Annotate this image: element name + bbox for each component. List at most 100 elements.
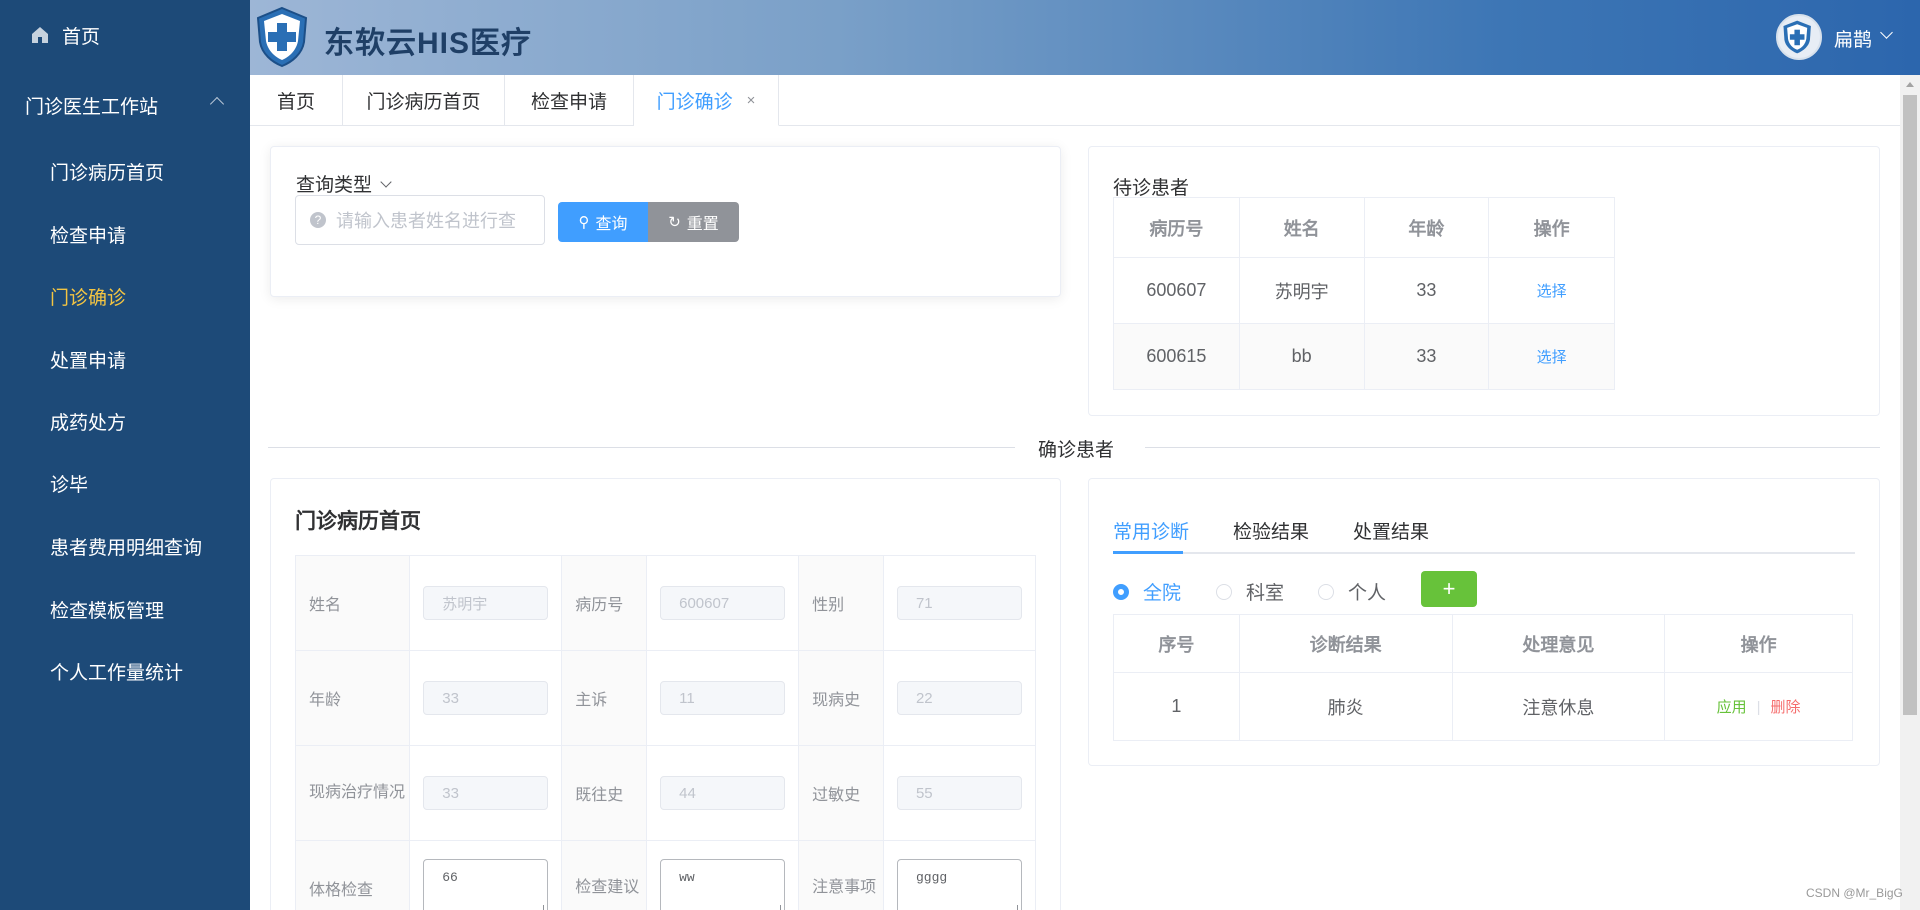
cell-actions: 应用 | 删除: [1664, 672, 1853, 741]
cell-no: 1: [1113, 672, 1240, 741]
column-header: 操作: [1664, 614, 1853, 673]
textarea-value: 66: [442, 870, 458, 885]
complaint-field[interactable]: 11: [660, 681, 786, 715]
sidebar-item-label: 个人工作量统计: [50, 662, 184, 684]
chevron-down-icon: [380, 175, 392, 188]
tab-record-home[interactable]: 门诊病历首页: [343, 75, 505, 126]
tab-lab-results[interactable]: 检验结果: [1233, 517, 1309, 544]
watermark: CSDN @Mr_BigG: [1806, 886, 1903, 900]
notes-textarea[interactable]: gggg: [896, 859, 1022, 910]
add-diagnosis-button[interactable]: +: [1421, 571, 1477, 607]
field-cell: ww: [646, 840, 800, 910]
age-field[interactable]: 33: [423, 681, 549, 715]
physical-exam-textarea[interactable]: 66: [423, 859, 549, 910]
field-cell: 33: [409, 650, 563, 746]
name-field[interactable]: 苏明宇: [423, 586, 549, 620]
cell-result: 肺炎: [1238, 672, 1453, 741]
sidebar-item-label: 检查申请: [50, 225, 127, 247]
sidebar-item-label: 诊毕: [50, 474, 89, 496]
query-button[interactable]: ⚲ 查询: [558, 202, 648, 242]
query-type-label: 查询类型: [296, 175, 373, 196]
sidebar-item-record-home[interactable]: 门诊病历首页: [0, 143, 250, 199]
sidebar-item-exam-request[interactable]: 检查申请: [0, 206, 250, 262]
textarea-value: gggg: [915, 870, 948, 885]
divider-line: [1145, 447, 1880, 448]
sidebar-item-label: 患者费用明细查询: [50, 537, 203, 559]
form-row: 姓名 苏明宇 病历号 600607 性别 71: [294, 555, 1037, 651]
tab-underline: [1113, 552, 1855, 554]
sidebar-item-confirm-diagnosis[interactable]: 门诊确诊: [0, 268, 250, 324]
field-cell: 44: [646, 745, 800, 841]
sidebar-item-prescription[interactable]: 成药处方: [0, 393, 250, 449]
field-label: 检查建议: [561, 840, 648, 910]
form-row: 现病治疗情况 33 既往史 44 过敏史 55: [294, 745, 1037, 841]
search-input[interactable]: ? 请输入患者姓名进行查: [295, 195, 545, 245]
resize-handle-icon[interactable]: [1010, 905, 1018, 910]
tab-home[interactable]: 首页: [250, 75, 343, 126]
radio-unchecked-icon: [1318, 583, 1334, 600]
apply-link[interactable]: 应用: [1717, 699, 1747, 716]
column-header: 诊断结果: [1238, 614, 1453, 673]
tab-common-diagnosis[interactable]: 常用诊断: [1113, 517, 1189, 544]
treatment-field[interactable]: 33: [423, 776, 549, 810]
field-cell: 苏明宇: [409, 555, 563, 651]
gender-field[interactable]: 71: [896, 586, 1022, 620]
scrollbar-thumb[interactable]: [1903, 95, 1917, 715]
form-row: 年龄 33 主诉 11 现病史 22: [294, 650, 1037, 746]
radio-unchecked-icon: [1216, 583, 1232, 600]
user-name[interactable]: 扁鹊: [1834, 25, 1872, 52]
sidebar-item-workload[interactable]: 个人工作量统计: [0, 643, 250, 699]
resize-handle-icon[interactable]: [773, 905, 782, 910]
sidebar-item-template-manage[interactable]: 检查模板管理: [0, 581, 250, 637]
scroll-up-arrow-icon[interactable]: [1906, 82, 1914, 87]
delete-link[interactable]: 删除: [1771, 699, 1801, 716]
column-header: 操作: [1488, 197, 1615, 258]
radio-label: 个人: [1348, 583, 1387, 604]
exam-advice-textarea[interactable]: ww: [660, 859, 786, 910]
field-label: 现病治疗情况: [294, 745, 411, 841]
radio-department[interactable]: 科室: [1216, 578, 1284, 605]
sidebar-group-outpatient[interactable]: 门诊医生工作站: [0, 75, 250, 135]
record-no-field[interactable]: 600607: [660, 586, 786, 620]
diagnosis-table: 序号 诊断结果 处理意见 操作 1 肺炎 注意休息 应用 | 删除: [1113, 614, 1853, 741]
tab-exam-request[interactable]: 检查申请: [505, 75, 634, 126]
field-cell: 71: [882, 555, 1037, 651]
tab-disposal-results[interactable]: 处置结果: [1353, 517, 1429, 544]
cell-name: 苏明宇: [1238, 257, 1365, 324]
field-cell: 33: [409, 745, 563, 841]
sidebar-item-label: 门诊病历首页: [50, 162, 165, 184]
cell-age: 33: [1363, 323, 1490, 390]
radio-personal[interactable]: 个人: [1318, 578, 1386, 605]
allergy-field[interactable]: 55: [896, 776, 1022, 810]
present-illness-field[interactable]: 22: [896, 681, 1022, 715]
reset-button[interactable]: ↻ 重置: [648, 202, 739, 242]
resize-handle-icon[interactable]: [536, 905, 545, 910]
tab-label: 检查申请: [530, 92, 607, 113]
sidebar-item-finish[interactable]: 诊毕: [0, 455, 250, 511]
cell-advice: 注意休息: [1451, 672, 1666, 741]
radio-hospital[interactable]: 全院: [1113, 578, 1181, 605]
divider-line: [268, 447, 1015, 448]
sidebar-item-home[interactable]: 首页: [0, 0, 250, 70]
tab-label: 门诊病历首页: [366, 92, 481, 113]
close-icon[interactable]: ×: [747, 92, 756, 109]
history-field[interactable]: 44: [660, 776, 786, 810]
sidebar-item-fee-query[interactable]: 患者费用明细查询: [0, 518, 250, 574]
cell-action: 选择: [1488, 257, 1615, 324]
select-link[interactable]: 选择: [1537, 349, 1567, 366]
sidebar-item-disposal-request[interactable]: 处置申请: [0, 331, 250, 387]
brand-title: 东软云HIS医疗: [324, 27, 533, 60]
tab-confirm-diagnosis[interactable]: 门诊确诊 ×: [634, 75, 779, 126]
tab-bar: 首页 门诊病历首页 检查申请 门诊确诊 ×: [250, 75, 1900, 126]
sidebar-item-label: 检查模板管理: [50, 600, 165, 622]
field-label: 病历号: [561, 555, 648, 651]
avatar[interactable]: [1776, 14, 1822, 60]
home-icon: [32, 27, 48, 43]
waiting-table: 病历号 姓名 年龄 操作 600607 苏明宇 33 选择 600615 bb …: [1113, 197, 1615, 390]
field-cell: 22: [882, 650, 1037, 746]
field-label: 过敏史: [798, 745, 884, 841]
select-link[interactable]: 选择: [1537, 283, 1567, 300]
query-type-dropdown[interactable]: 查询类型: [296, 170, 392, 197]
plus-icon: +: [1442, 576, 1456, 601]
cell-age: 33: [1363, 257, 1490, 324]
